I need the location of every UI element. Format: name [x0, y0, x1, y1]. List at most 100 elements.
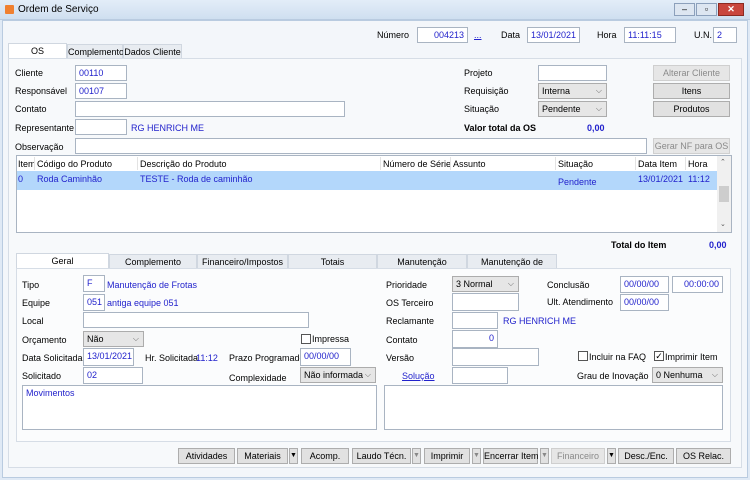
prioridade-select[interactable]: 3 Normal ⌵	[452, 276, 519, 292]
grau-inovacao-select[interactable]: 0 Nenhuma ⌵	[652, 367, 723, 383]
column-header[interactable]: Situação	[558, 158, 593, 170]
data-field[interactable]: 13/01/2021	[527, 27, 580, 43]
column-header[interactable]: Assunto	[453, 158, 486, 170]
hora-field[interactable]: 11:11:15	[624, 27, 676, 43]
column-divider	[685, 157, 686, 170]
observacao-field[interactable]	[75, 138, 647, 154]
responsavel-field[interactable]: 00107	[75, 83, 127, 99]
column-header[interactable]: Data Item	[638, 158, 677, 170]
solicitado-field[interactable]: 02	[83, 367, 143, 384]
os-relac-button[interactable]: OS Relac.	[676, 448, 731, 464]
reclamante-field[interactable]	[452, 312, 498, 329]
incluir-faq-checkbox[interactable]	[578, 351, 588, 361]
column-header[interactable]: Código do Produto	[37, 158, 112, 170]
contato-item-field[interactable]: 0	[452, 330, 498, 348]
column-header[interactable]: Descrição do Produto	[140, 158, 227, 170]
ult-atendimento-field[interactable]: 00/00/00	[620, 294, 669, 311]
imprimir-button[interactable]: Imprimir	[424, 448, 470, 464]
tab-os[interactable]: OS	[8, 43, 67, 59]
un-field[interactable]: 2	[713, 27, 737, 43]
tab-manutencao-frotas[interactable]: Manutenção de Frotas	[467, 254, 557, 281]
complexidade-select[interactable]: Não informada ⌵	[300, 367, 376, 383]
imprimir-item-checkbox[interactable]: ✓	[654, 351, 664, 361]
minimize-button[interactable]: –	[674, 3, 695, 16]
conclusao-hora-field[interactable]: 00:00:00	[672, 276, 723, 293]
materiais-button[interactable]: Materiais	[237, 448, 288, 464]
prazo-field[interactable]: 00/00/00	[300, 348, 351, 366]
produtos-button[interactable]: Produtos	[653, 101, 730, 117]
encerrar-item-button[interactable]: Encerrar Item	[483, 448, 539, 464]
close-button[interactable]: ✕	[718, 3, 744, 16]
equipe-field[interactable]: 051	[83, 294, 105, 311]
atividades-button[interactable]: Atividades	[178, 448, 235, 464]
column-header[interactable]: Número de Série	[383, 158, 451, 170]
orcamento-select[interactable]: Não ⌵	[83, 331, 144, 347]
impressa-checkbox[interactable]	[301, 334, 311, 344]
chevron-down-icon: ⌵	[507, 279, 514, 288]
scroll-thumb[interactable]	[719, 186, 729, 202]
versao-field[interactable]	[452, 348, 539, 366]
laudo-dropdown-icon[interactable]: ▼	[412, 448, 421, 464]
prazo-label: Prazo Programado	[229, 353, 305, 363]
alterar-cliente-button[interactable]: Alterar Cliente	[653, 65, 730, 81]
imprimir-dropdown-icon[interactable]: ▼	[472, 448, 481, 464]
situacao-select[interactable]: Pendente ⌵	[538, 101, 607, 117]
table-row[interactable]	[17, 171, 717, 190]
local-field[interactable]	[83, 312, 309, 328]
prioridade-value: 3 Normal	[456, 279, 493, 289]
scroll-down-icon[interactable]: ⌄	[720, 220, 726, 228]
solucao-field[interactable]	[452, 367, 508, 384]
contato-label: Contato	[15, 104, 47, 114]
scroll-up-icon[interactable]: ⌃	[720, 158, 726, 166]
laudo-button[interactable]: Laudo Técn.	[352, 448, 411, 464]
tipo-field[interactable]: F	[83, 275, 105, 292]
hr-solicitada-value: 11:12	[196, 353, 218, 363]
contato-item-label: Contato	[386, 335, 418, 345]
title-bar: Ordem de Serviço – ▫ ✕	[0, 0, 750, 20]
solucao-memo[interactable]	[384, 385, 723, 430]
solucao-link[interactable]: Solução	[402, 370, 435, 382]
column-header[interactable]: Item	[18, 158, 36, 170]
financeiro-dropdown-icon[interactable]: ▼	[607, 448, 616, 464]
column-divider	[34, 157, 35, 170]
numero-label: Número	[377, 30, 410, 40]
movimentos-memo[interactable]: Movimentos	[22, 385, 377, 430]
tab-geral[interactable]: Geral	[16, 253, 109, 269]
materiais-dropdown-icon[interactable]: ▼	[289, 448, 298, 464]
column-divider	[137, 157, 138, 170]
solicitado-label: Solicitado	[22, 371, 62, 381]
tab-complemento-item[interactable]: Complemento	[109, 254, 197, 269]
requisicao-label: Requisição	[464, 86, 509, 96]
conclusao-data-field[interactable]: 00/00/00	[620, 276, 669, 293]
total-item-value: 0,00	[709, 240, 727, 250]
desc-enc-button[interactable]: Desc./Enc.	[618, 448, 674, 464]
tab-manutencao-industrial[interactable]: Manutenção Industrial	[377, 254, 467, 281]
app-icon	[5, 5, 14, 14]
representante-field[interactable]	[75, 119, 127, 135]
itens-button[interactable]: Itens	[653, 83, 730, 99]
projeto-label: Projeto	[464, 68, 493, 78]
os-terceiro-field[interactable]	[452, 293, 519, 311]
maximize-button[interactable]: ▫	[696, 3, 717, 16]
contato-field[interactable]	[75, 101, 345, 117]
observacao-label: Observação	[15, 142, 64, 152]
data-solicitada-field[interactable]: 13/01/2021	[83, 348, 134, 366]
tab-complemento[interactable]: Complemento	[67, 44, 124, 59]
chevron-down-icon: ⌵	[711, 370, 718, 379]
items-grid[interactable]	[16, 155, 732, 233]
data-label: Data	[501, 30, 521, 40]
encerrar-dropdown-icon[interactable]: ▼	[540, 448, 549, 464]
cliente-field[interactable]: 00110	[75, 65, 127, 81]
projeto-field[interactable]	[538, 65, 607, 81]
numero-lookup-link[interactable]: ...	[474, 29, 482, 41]
financeiro-button[interactable]: Financeiro	[551, 448, 605, 464]
numero-field[interactable]: 004213	[417, 27, 468, 43]
tab-dados-cliente[interactable]: Dados Cliente	[123, 44, 182, 59]
tab-totais[interactable]: Totais	[288, 254, 377, 269]
gerar-nf-button[interactable]: Gerar NF para OS	[653, 138, 730, 154]
acomp-button[interactable]: Acomp.	[301, 448, 349, 464]
grid-scrollbar[interactable]: ⌃ ⌄	[717, 156, 731, 232]
requisicao-select[interactable]: Interna ⌵	[538, 83, 607, 99]
tab-financeiro-impostos[interactable]: Financeiro/Impostos	[197, 254, 288, 269]
column-header[interactable]: Hora	[688, 158, 708, 170]
